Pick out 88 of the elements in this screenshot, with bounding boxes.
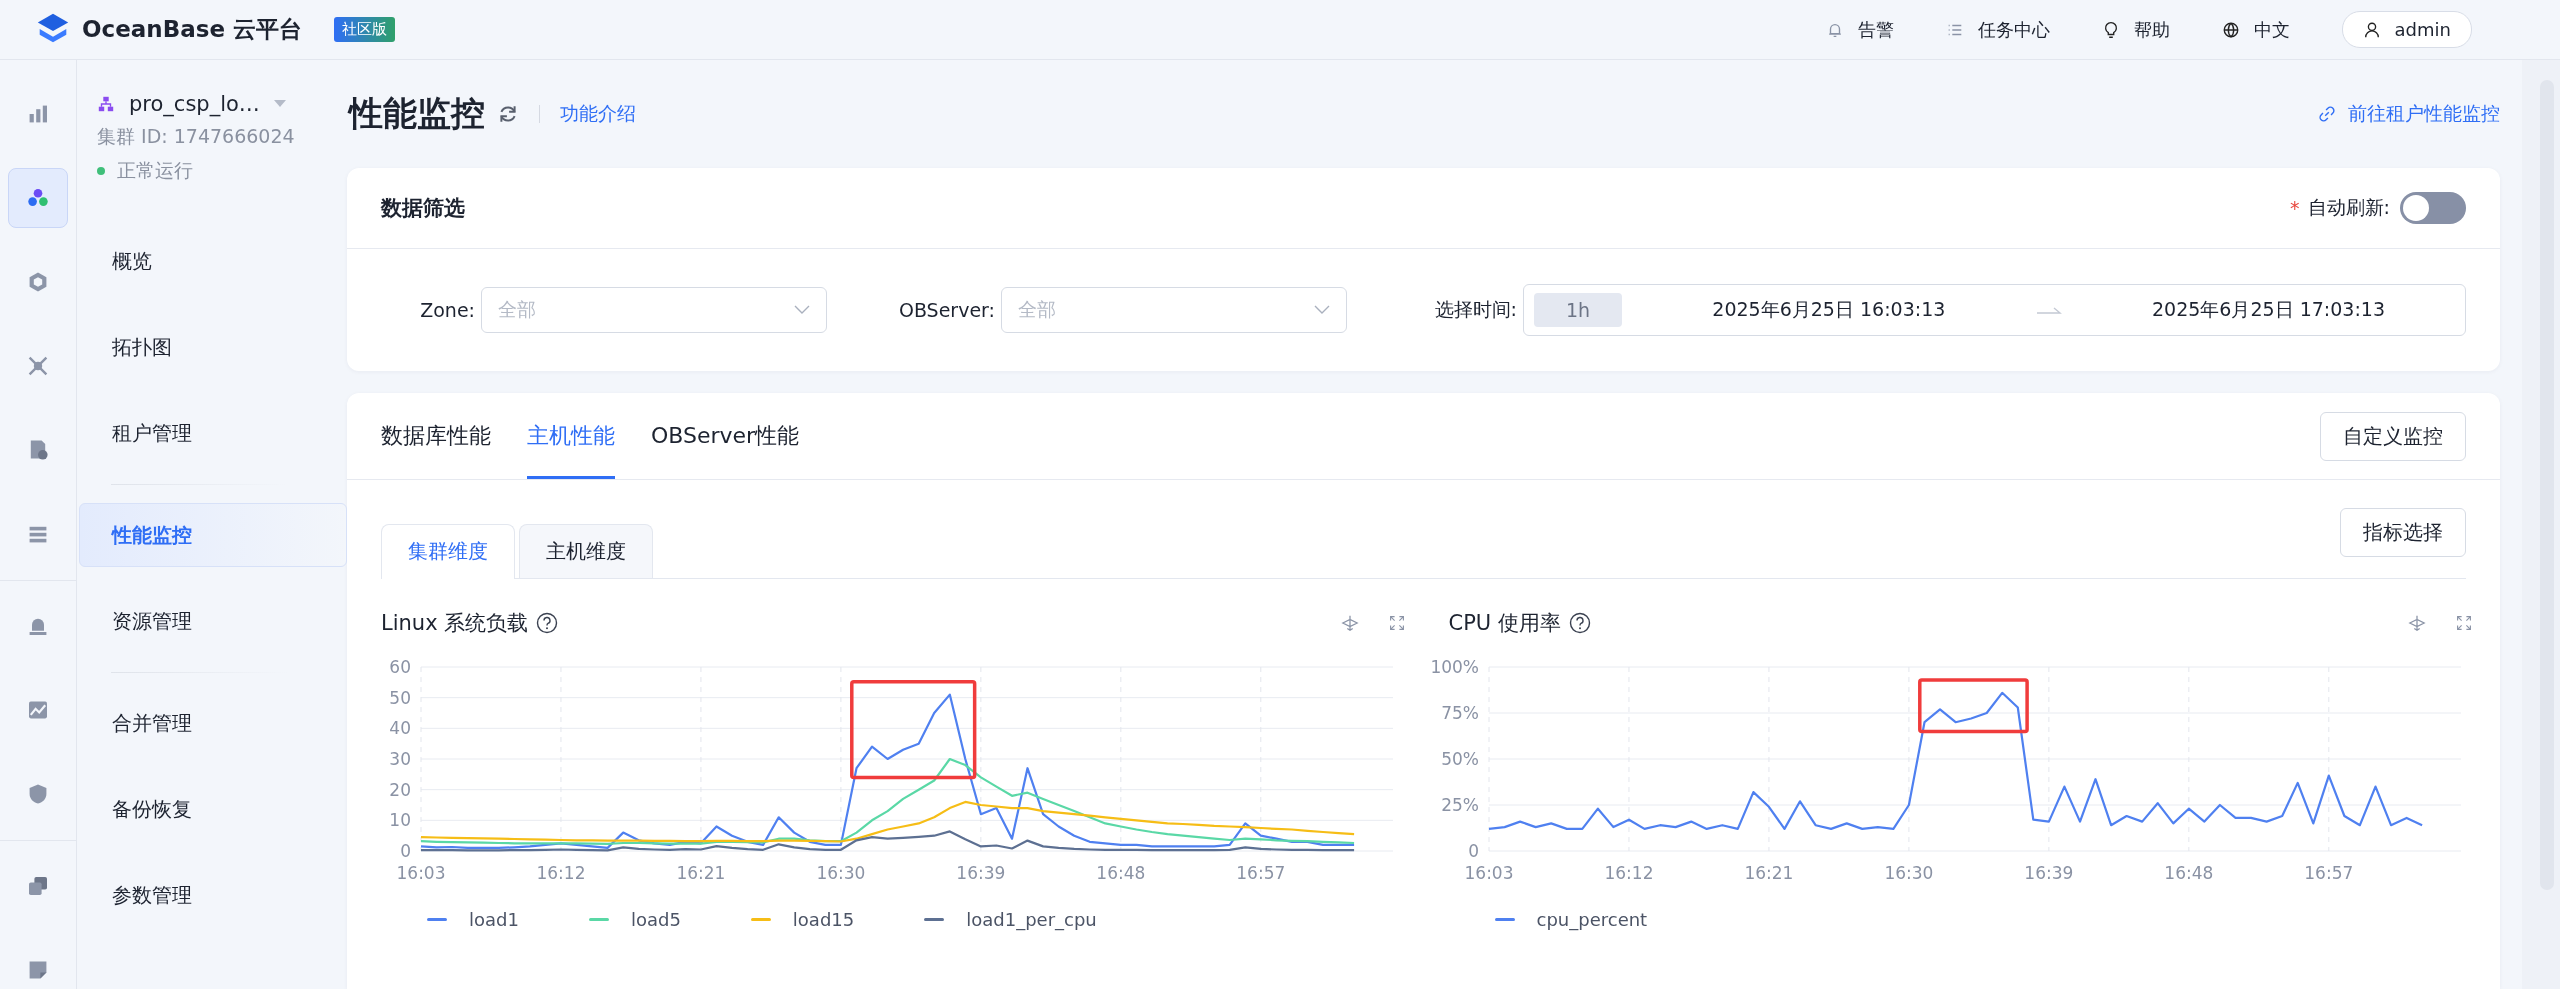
y-tick-label: 30 xyxy=(389,749,411,769)
user-icon xyxy=(2362,20,2381,39)
chevron-down-icon xyxy=(794,305,810,315)
required-mark: * xyxy=(2290,197,2300,219)
globe-icon xyxy=(2221,20,2240,39)
x-tick-label: 16:39 xyxy=(2023,863,2073,883)
menu-item[interactable]: 性能监控 xyxy=(79,503,347,567)
cluster-id: 集群 ID: 1747666024 xyxy=(97,124,296,149)
menu-item[interactable]: 租户管理 xyxy=(87,401,347,465)
cluster-tree-icon xyxy=(97,95,115,113)
custom-monitor-button[interactable]: 自定义监控 xyxy=(2320,411,2466,461)
legend-label[interactable]: load5 xyxy=(630,909,681,930)
y-tick-label: 75% xyxy=(1440,703,1479,723)
x-tick-label: 16:12 xyxy=(1603,863,1653,883)
y-tick-label: 50% xyxy=(1440,749,1479,769)
nav-link[interactable]: 中文 xyxy=(2221,17,2290,42)
end-time[interactable]: 2025年6月25日 17:03:13 xyxy=(2152,297,2385,323)
y-tick-label: 10 xyxy=(389,810,411,831)
x-tick-label: 16:57 xyxy=(1236,863,1286,883)
time-range-picker[interactable]: 1h 2025年6月25日 16:03:13 2025年6月25日 17:03:13 xyxy=(1523,284,2466,336)
y-tick-label: 20 xyxy=(389,779,411,800)
help-icon[interactable] xyxy=(536,612,559,634)
x-tick-label: 16:03 xyxy=(396,863,446,883)
nav-link[interactable]: 告警 xyxy=(1825,17,1894,42)
card-title: 数据筛选 xyxy=(381,195,465,222)
network-icon xyxy=(26,354,50,378)
status-dot xyxy=(97,167,105,175)
tab[interactable]: 主机性能 xyxy=(527,393,615,479)
rail-nav-button[interactable] xyxy=(8,168,68,228)
legend-label[interactable]: load1_per_cpu xyxy=(966,909,1097,930)
x-tick-label: 16:21 xyxy=(676,863,726,883)
y-tick-label: 0 xyxy=(1467,841,1479,861)
tab[interactable]: 数据库性能 xyxy=(381,393,491,479)
y-tick-label: 25% xyxy=(1440,795,1479,815)
menu-item[interactable]: 参数管理 xyxy=(87,863,347,927)
zone-label: Zone: xyxy=(419,299,475,321)
nav-link[interactable]: 任务中心 xyxy=(1945,17,2050,42)
help-icon[interactable] xyxy=(1568,612,1591,634)
start-time[interactable]: 2025年6月25日 16:03:13 xyxy=(1712,297,1946,323)
nav-link[interactable]: 帮助 xyxy=(2101,17,2170,42)
menu-item[interactable]: 备份恢复 xyxy=(87,777,347,841)
menu-item[interactable]: 拓扑图 xyxy=(87,315,347,379)
auto-refresh-label: 自动刷新: xyxy=(2307,195,2390,220)
chart-title: Linux 系统负载 xyxy=(381,610,529,637)
tenant-monitor-link[interactable]: 前往租户性能监控 xyxy=(2348,101,2500,127)
x-tick-label: 16:39 xyxy=(956,863,1006,883)
time-label: 选择时间: xyxy=(1433,297,1517,322)
x-tick-label: 16:03 xyxy=(1464,863,1513,883)
legend-label[interactable]: cpu_percent xyxy=(1536,909,1648,930)
x-tick-label: 16:30 xyxy=(1883,863,1933,883)
menu-item[interactable]: 概览 xyxy=(87,229,347,293)
menu-item[interactable]: 资源管理 xyxy=(87,589,347,653)
intro-link[interactable]: 功能介绍 xyxy=(560,101,636,127)
link-icon xyxy=(2318,105,2336,123)
caret-icon[interactable] xyxy=(273,100,286,108)
x-tick-label: 16:21 xyxy=(1743,863,1793,883)
legend-label[interactable]: load1 xyxy=(469,909,519,930)
observer-label: OBServer: xyxy=(897,299,995,321)
y-tick-label: 50 xyxy=(389,687,411,708)
cluster-name[interactable]: pro_csp_lo… xyxy=(129,92,260,116)
x-tick-label: 16:57 xyxy=(2303,863,2353,883)
y-tick-label: 0 xyxy=(400,841,411,861)
x-tick-label: 16:48 xyxy=(2163,863,2213,883)
logo-text: OceanBase 云平台 xyxy=(82,15,303,44)
auto-refresh-switch[interactable] xyxy=(2400,192,2466,224)
fullscreen-icon[interactable] xyxy=(2456,615,2472,631)
menu-item[interactable]: 合并管理 xyxy=(87,691,347,755)
refresh-icon[interactable] xyxy=(497,103,519,125)
range-preset[interactable]: 1h xyxy=(1534,293,1622,327)
cluster-status: 正常运行 xyxy=(117,158,193,183)
x-tick-label: 16:48 xyxy=(1096,863,1146,883)
subtab[interactable]: 集群维度 xyxy=(381,524,515,579)
user-menu-button[interactable]: admin xyxy=(2341,11,2472,48)
edition-badge: 社区版 xyxy=(334,17,396,42)
copy-icon xyxy=(26,874,50,898)
tab[interactable]: OBServer性能 xyxy=(651,393,800,479)
fullscreen-icon[interactable] xyxy=(1388,615,1405,631)
y-tick-label: 100% xyxy=(1430,657,1479,677)
page-title: 性能监控 xyxy=(349,92,485,135)
subtab[interactable]: 主机维度 xyxy=(519,524,653,578)
chevron-down-icon xyxy=(1314,305,1330,315)
x-tick-label: 16:30 xyxy=(816,863,866,883)
y-tick-label: 40 xyxy=(389,718,411,739)
metric-select-button[interactable]: 指标选择 xyxy=(2340,508,2466,557)
x-tick-label: 16:12 xyxy=(536,863,586,883)
chart-title: CPU 使用率 xyxy=(1448,610,1561,637)
legend-label[interactable]: load15 xyxy=(792,909,855,930)
y-tick-label: 60 xyxy=(389,657,411,677)
